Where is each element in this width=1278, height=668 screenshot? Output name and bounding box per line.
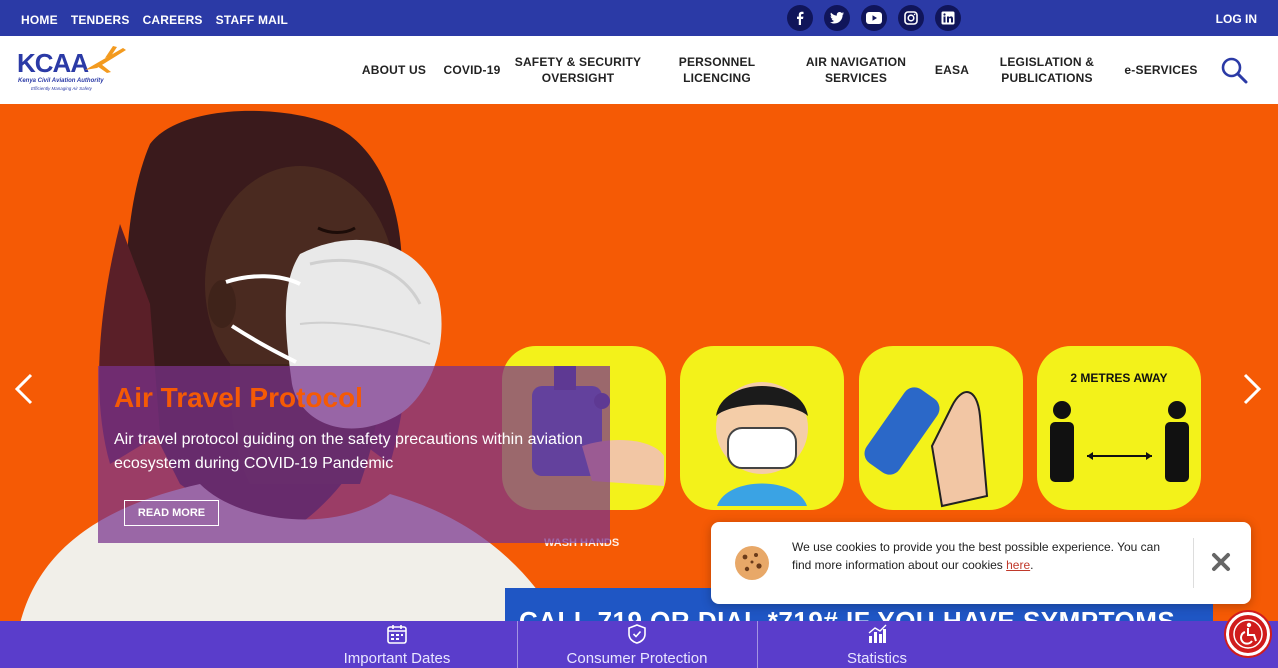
slide-caption: Air Travel Protocol Air travel protocol … <box>98 366 610 543</box>
cookie-notice: We use cookies to provide you the best p… <box>711 522 1251 604</box>
logo-tagline: Efficiently Managing Air Safety <box>31 86 92 91</box>
nav-about-us[interactable]: ABOUT US <box>356 36 432 104</box>
slider-next-icon[interactable] <box>1239 369 1265 409</box>
calendar-icon <box>387 625 407 644</box>
nav-covid-19[interactable]: COVID-19 <box>440 36 504 104</box>
search-icon[interactable] <box>1220 56 1248 84</box>
nav-easa[interactable]: EASA <box>928 36 976 104</box>
quick-links-bar: Important Dates Consumer Protection Stat… <box>0 621 1278 668</box>
cookie-policy-link[interactable]: here <box>1006 558 1030 572</box>
plane-icon <box>85 46 126 73</box>
kcaa-logo[interactable]: KCAA Kenya Civil Aviation Authority Effi… <box>17 44 132 96</box>
close-icon[interactable] <box>1209 550 1233 574</box>
twitter-icon[interactable] <box>824 5 850 31</box>
slide-title: Air Travel Protocol <box>114 382 363 413</box>
top-link-careers[interactable]: CAREERS <box>143 13 203 27</box>
shield-check-icon <box>628 624 646 644</box>
slide-description: Air travel protocol guiding on the safet… <box>114 431 583 472</box>
instagram-icon[interactable] <box>898 5 924 31</box>
nav-air-navigation-services[interactable]: AIR NAVIGATION SERVICES <box>796 36 916 104</box>
cookie-message: We use cookies to provide you the best p… <box>792 538 1182 574</box>
top-links: HOME TENDERS CAREERS STAFF MAIL <box>21 13 288 27</box>
top-bar: HOME TENDERS CAREERS STAFF MAIL LOG IN <box>0 0 1278 36</box>
login-link[interactable]: LOG IN <box>1216 12 1257 26</box>
youtube-icon[interactable] <box>861 5 887 31</box>
facebook-icon[interactable] <box>787 5 813 31</box>
top-link-staff-mail[interactable]: STAFF MAIL <box>216 13 288 27</box>
divider <box>1193 538 1194 588</box>
cookie-text-end: . <box>1030 558 1034 572</box>
cookie-icon <box>735 546 769 580</box>
quick-link-consumer-protection[interactable]: Consumer Protection <box>517 621 757 668</box>
main-header: KCAA Kenya Civil Aviation Authority Effi… <box>0 36 1278 104</box>
quick-link-statistics[interactable]: Statistics <box>757 621 997 668</box>
nav-e-services[interactable]: e-SERVICES <box>1118 36 1204 104</box>
slider-prev-icon[interactable] <box>11 369 37 409</box>
quick-link-label: Statistics <box>846 650 907 667</box>
top-link-tenders[interactable]: TENDERS <box>71 13 130 27</box>
quick-link-label: Important Dates <box>343 650 451 667</box>
bar-chart-icon <box>868 624 887 643</box>
nav-personnel-licencing[interactable]: PERSONNEL LICENCING <box>662 36 772 104</box>
cookie-text: We use cookies to provide you the best p… <box>792 540 1161 572</box>
read-more-button[interactable]: READ MORE <box>124 500 219 526</box>
wheelchair-icon <box>1233 619 1263 649</box>
sign-distance-text: 2 METRES AWAY <box>1070 371 1167 385</box>
top-link-home[interactable]: HOME <box>21 13 58 27</box>
nav-legislation-publications[interactable]: LEGISLATION & PUBLICATIONS <box>994 36 1100 104</box>
quick-link-important-dates[interactable]: Important Dates <box>277 621 517 668</box>
logo-subtitle: Kenya Civil Aviation Authority <box>18 78 104 84</box>
accessibility-button[interactable] <box>1226 612 1270 656</box>
social-links <box>787 5 961 31</box>
nav-safety-security-oversight[interactable]: SAFETY & SECURITY OVERSIGHT <box>512 36 644 104</box>
linkedin-icon[interactable] <box>935 5 961 31</box>
logo-wordmark: KCAA <box>17 48 89 78</box>
quick-link-label: Consumer Protection <box>566 650 708 667</box>
